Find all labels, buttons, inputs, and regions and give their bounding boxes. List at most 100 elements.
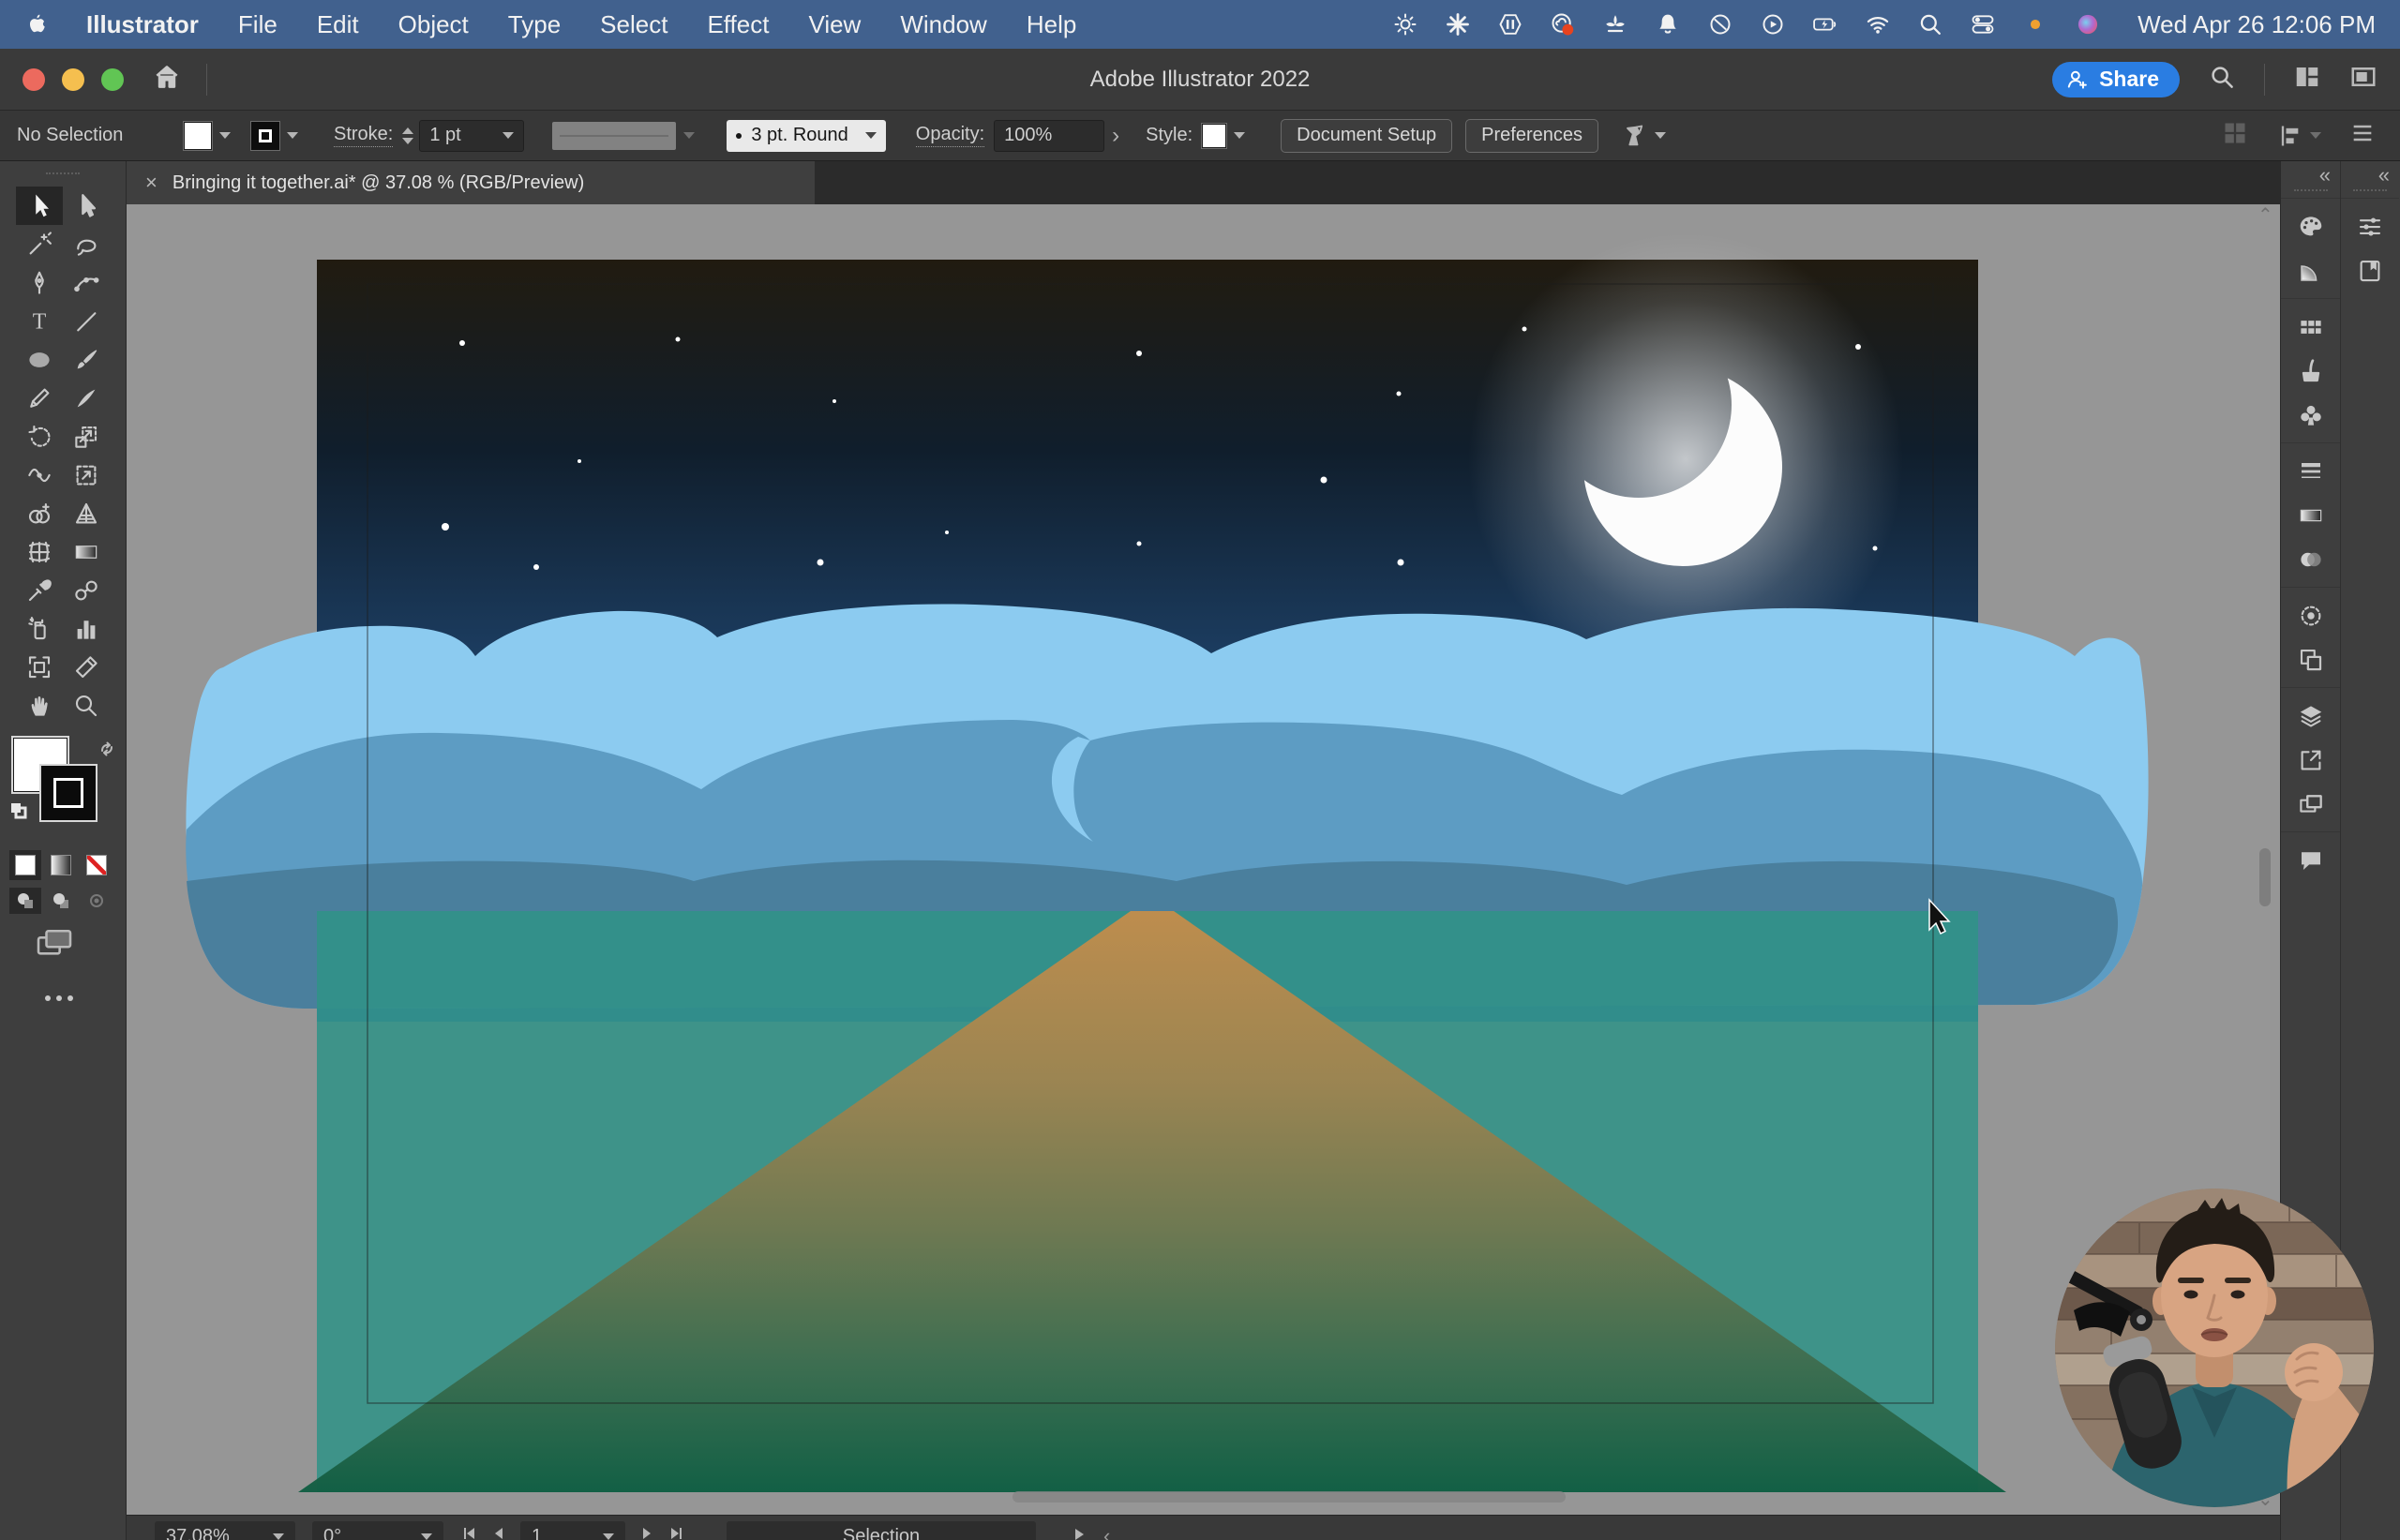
gradient-button[interactable] <box>45 850 77 880</box>
screen-record-icon[interactable] <box>1759 10 1787 38</box>
spotlight-icon[interactable] <box>1916 10 1944 38</box>
panel-grip[interactable] <box>46 172 80 177</box>
menu-edit[interactable]: Edit <box>317 10 359 39</box>
paintbrush-tool[interactable] <box>63 340 110 379</box>
menu-illustrator[interactable]: Illustrator <box>86 10 199 39</box>
symbol-sprayer-tool[interactable] <box>16 609 63 648</box>
stroke-weight-field[interactable]: 1 pt <box>419 120 524 152</box>
slice-tool[interactable] <box>63 648 110 686</box>
appearance-panel-icon[interactable] <box>2281 593 2340 637</box>
screen-mode-icon[interactable] <box>36 927 126 964</box>
zoom-window-button[interactable] <box>101 68 124 91</box>
stroke-dropdown-chevron-icon[interactable] <box>287 132 298 139</box>
apple-icon[interactable] <box>24 10 52 38</box>
variable-width-profile-dropdown[interactable] <box>552 122 676 150</box>
zoom-tool[interactable] <box>63 686 110 725</box>
vertical-scroll-thumb[interactable] <box>2259 848 2271 906</box>
direct-selection-tool[interactable] <box>63 187 110 225</box>
layers-panel-icon[interactable] <box>2281 694 2340 738</box>
rotation-dropdown[interactable]: 0° <box>312 1521 443 1540</box>
stroke-indicator[interactable] <box>41 766 96 820</box>
artboard-number-dropdown[interactable]: 1 <box>520 1521 625 1540</box>
width-tool[interactable] <box>16 456 63 494</box>
color-button[interactable] <box>9 850 41 880</box>
edit-toolbar-icon[interactable] <box>45 995 126 1001</box>
panel-grip[interactable] <box>2294 189 2328 194</box>
menu-type[interactable]: Type <box>508 10 561 39</box>
collapse-status-icon[interactable]: ‹ <box>1103 1524 1110 1540</box>
column-graph-tool[interactable] <box>63 609 110 648</box>
libraries-panel-icon[interactable] <box>2341 248 2399 292</box>
style-swatch[interactable] <box>1202 124 1226 148</box>
recording-dot-icon[interactable] <box>2021 10 2049 38</box>
artboard-tool[interactable] <box>16 648 63 686</box>
status-options-icon[interactable] <box>1072 1526 1087 1540</box>
stroke-label[interactable]: Stroke: <box>334 124 393 147</box>
menu-clock[interactable]: Wed Apr 26 12:06 PM <box>2138 10 2376 39</box>
menu-select[interactable]: Select <box>600 10 668 39</box>
creative-cloud-icon[interactable] <box>1549 10 1577 38</box>
shape-builder-tool[interactable] <box>16 494 63 532</box>
menu-help[interactable]: Help <box>1027 10 1076 39</box>
zoom-level-dropdown[interactable]: 37.08% <box>155 1521 295 1540</box>
stroke-panel-icon[interactable] <box>2281 449 2340 493</box>
blend-tool[interactable] <box>63 571 110 609</box>
notifications-icon[interactable] <box>1654 10 1682 38</box>
brushes-panel-icon[interactable] <box>2281 349 2340 393</box>
swatches-panel-icon[interactable] <box>2281 305 2340 349</box>
menu-effect[interactable]: Effect <box>707 10 769 39</box>
symbols-panel-icon[interactable] <box>2281 393 2340 437</box>
mesh-tool[interactable] <box>16 532 63 571</box>
comments-panel-icon[interactable] <box>2281 838 2340 882</box>
menu-file[interactable]: File <box>238 10 278 39</box>
pen-tool[interactable] <box>16 263 63 302</box>
menu-view[interactable]: View <box>808 10 861 39</box>
style-chevron-icon[interactable] <box>1234 132 1245 139</box>
perspective-grid-tool[interactable] <box>63 494 110 532</box>
opacity-field[interactable]: 100% <box>994 120 1104 152</box>
artboards-panel-icon[interactable] <box>2281 782 2340 826</box>
brightness-icon[interactable] <box>1391 10 1419 38</box>
menu-object[interactable]: Object <box>398 10 469 39</box>
fill-color-swatch[interactable] <box>184 122 212 150</box>
swap-fill-stroke-icon[interactable] <box>96 738 118 765</box>
panel-layout-icon[interactable] <box>2349 63 2378 96</box>
scroll-up-icon[interactable]: ⌃ <box>2258 206 2273 225</box>
opacity-label[interactable]: Opacity: <box>916 124 984 147</box>
previous-artboard-icon[interactable] <box>490 1525 507 1540</box>
curvature-tool[interactable] <box>63 263 110 302</box>
next-artboard-icon[interactable] <box>638 1525 655 1540</box>
eyedropper-tool[interactable] <box>16 571 63 609</box>
transparency-panel-icon[interactable] <box>2281 537 2340 581</box>
selection-tool[interactable] <box>16 187 63 225</box>
properties-panel-icon[interactable] <box>2341 204 2399 248</box>
minimize-window-button[interactable] <box>62 68 84 91</box>
document-setup-button[interactable]: Document Setup <box>1281 119 1452 153</box>
magic-wand-tool[interactable] <box>16 225 63 263</box>
graphic-styles-panel-icon[interactable] <box>2281 637 2340 681</box>
gradient-panel-icon[interactable] <box>2281 493 2340 537</box>
canvas-area[interactable]: ⌃ ⌄ <box>127 204 2280 1515</box>
free-transform-tool[interactable] <box>63 456 110 494</box>
color-panel-icon[interactable] <box>2281 204 2340 248</box>
knife-tool[interactable] <box>63 379 110 417</box>
workspace-switcher-icon[interactable] <box>2293 63 2321 96</box>
rotate-tool[interactable] <box>16 417 63 456</box>
touch-workspace-icon[interactable] <box>2222 120 2248 152</box>
shaper-tool[interactable] <box>16 379 63 417</box>
type-tool[interactable]: T <box>16 302 63 340</box>
color-guide-panel-icon[interactable] <box>2281 248 2340 292</box>
export-panel-icon[interactable] <box>2281 738 2340 782</box>
parallels-icon[interactable] <box>1496 10 1524 38</box>
puppet-warp-chevron-icon[interactable] <box>1655 132 1666 139</box>
close-window-button[interactable] <box>22 68 45 91</box>
document-tab[interactable]: × Bringing it together.ai* @ 37.08 % (RG… <box>127 161 815 204</box>
opacity-expander-icon[interactable]: › <box>1112 123 1119 149</box>
brush-definition-dropdown[interactable]: 3 pt. Round <box>727 120 885 152</box>
puppet-warp-icon[interactable] <box>1621 123 1647 149</box>
siri-icon[interactable] <box>2074 10 2102 38</box>
collapse-panels-icon[interactable]: « <box>2319 163 2331 187</box>
lasso-tool[interactable] <box>63 225 110 263</box>
draw-behind-icon[interactable] <box>45 888 77 914</box>
close-tab-icon[interactable]: × <box>145 171 158 195</box>
